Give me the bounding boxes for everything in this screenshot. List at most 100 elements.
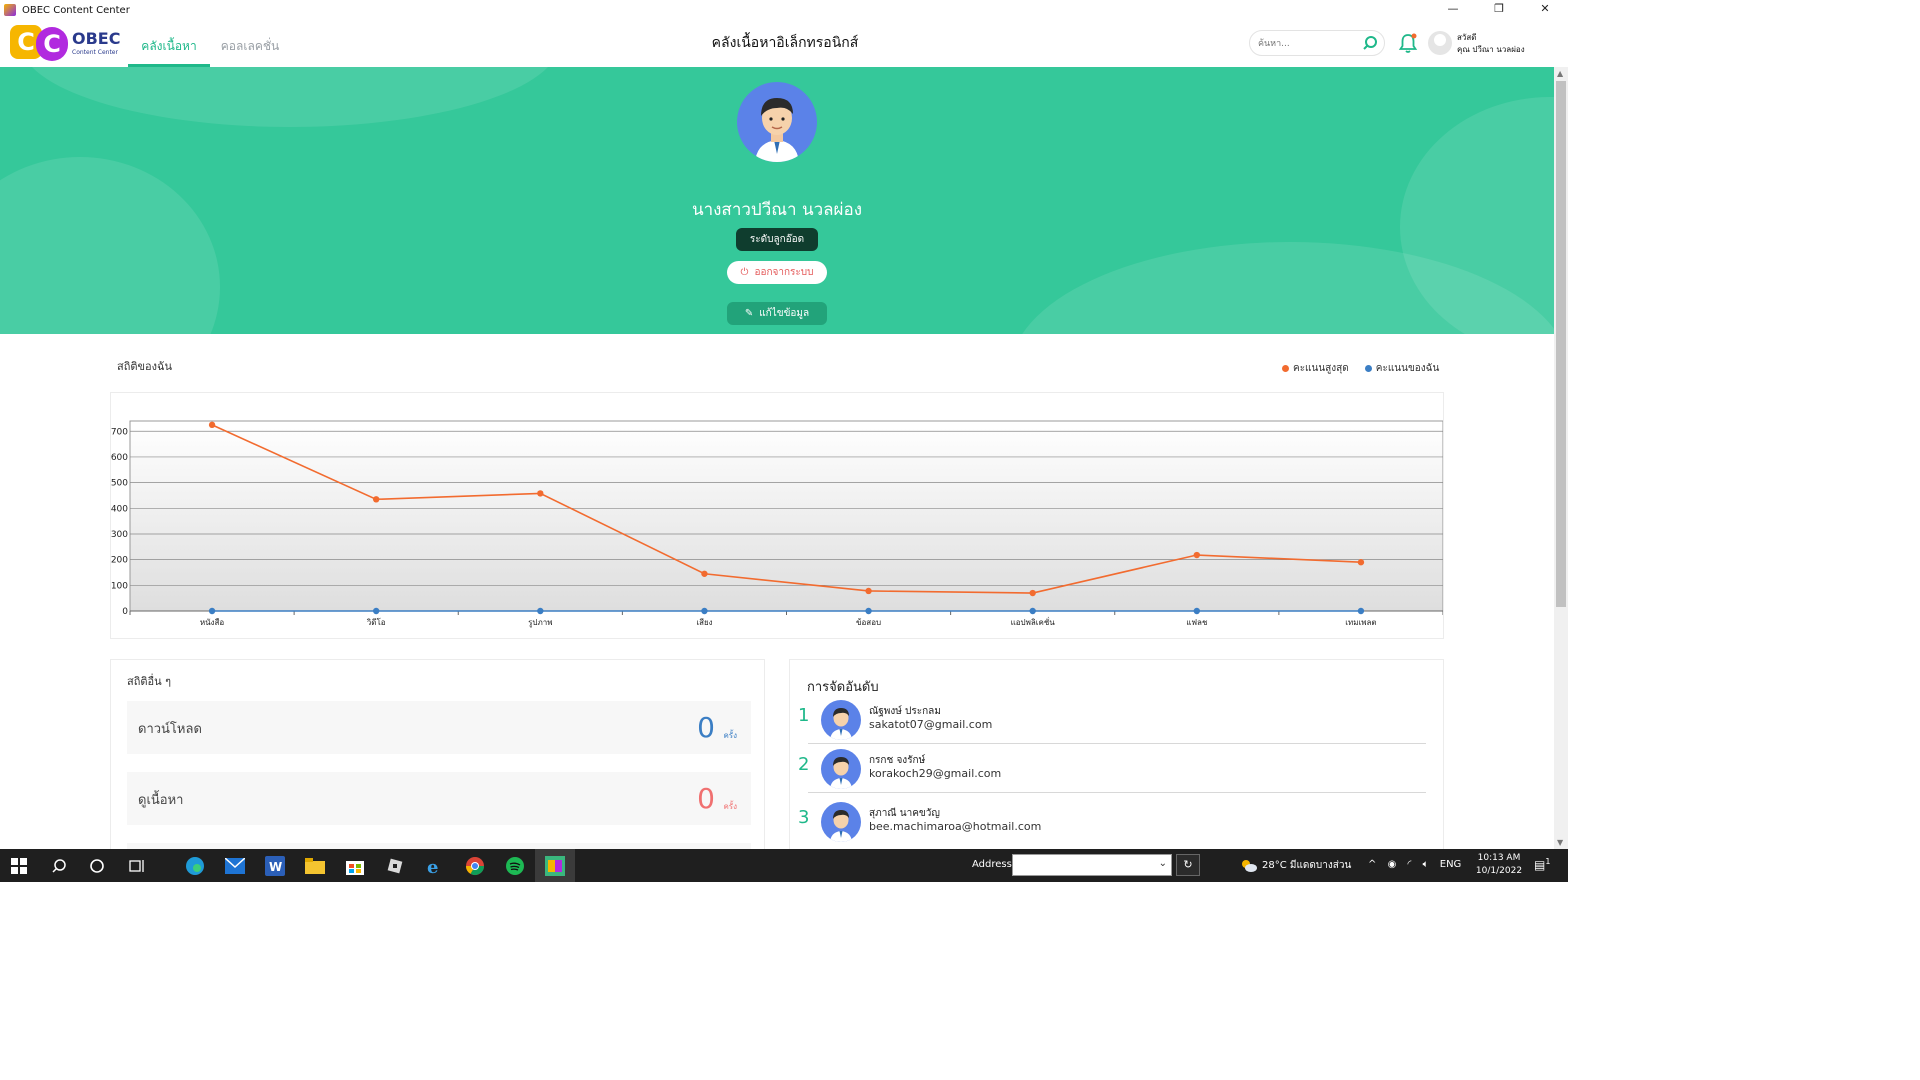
- wifi-icon[interactable]: ◜: [1408, 859, 1412, 870]
- x-tick-label: รูปภาพ: [528, 618, 552, 628]
- logo-subtitle: Content Center: [72, 49, 118, 56]
- rank-email: korakoch29@gmail.com: [869, 767, 1002, 780]
- rank-avatar: [821, 749, 861, 789]
- data-point: [537, 607, 544, 615]
- page-scrollbar[interactable]: ▲ ▼: [1554, 67, 1568, 849]
- data-point: [1193, 551, 1201, 559]
- rank-divider: [808, 792, 1426, 793]
- address-refresh-button[interactable]: ↻: [1176, 854, 1200, 876]
- volume-icon[interactable]: 🔈︎: [1423, 859, 1429, 870]
- x-tick-label: ข้อสอบ: [856, 618, 881, 627]
- other-stats-card: สถิติอื่น ๆ ดาวน์โหลด 0 ครั้ง ดูเนื้อหา …: [110, 659, 765, 860]
- clock-time: 10:13 AM: [1477, 853, 1521, 863]
- weather-widget[interactable]: 28°C มีแดดบางส่วน: [1240, 858, 1351, 873]
- minimize-button[interactable]: —: [1430, 0, 1476, 20]
- profile-avatar: [737, 82, 817, 162]
- scroll-down-icon[interactable]: ▼: [1557, 838, 1563, 847]
- obec-logo[interactable]: C C OBEC Content Center: [10, 25, 120, 61]
- maximize-button[interactable]: ❐: [1476, 0, 1522, 20]
- search-icon[interactable]: [1362, 35, 1378, 51]
- stat-unit: ครั้ง: [723, 802, 737, 811]
- task-view-icon[interactable]: [126, 855, 148, 877]
- profile-hero: นางสาวปวีณา นวลผ่อง ระดับลูกอ๊อด ⏻ ออกจาก…: [0, 67, 1554, 334]
- scroll-up-icon[interactable]: ▲: [1557, 69, 1563, 78]
- window-title: OBEC Content Center: [22, 4, 130, 16]
- mail-icon[interactable]: [224, 855, 246, 877]
- stat-value: 0: [697, 782, 715, 815]
- edge-icon[interactable]: [184, 855, 206, 877]
- ranking-row[interactable]: 1 ณัฐพงษ์ ประกลม sakatot07@gmail.com: [796, 700, 1426, 748]
- cortana-icon[interactable]: [86, 855, 108, 877]
- other-stats-title: สถิติอื่น ๆ: [127, 675, 172, 688]
- address-label: Address: [972, 859, 1012, 870]
- y-tick-label: 300: [111, 530, 128, 540]
- store-icon[interactable]: [344, 855, 366, 877]
- x-tick-label: แฟลช: [1186, 618, 1208, 627]
- legend-item-max[interactable]: คะแนนสูงสุด: [1282, 361, 1349, 376]
- stat-label: ดูเนื้อหา: [138, 793, 184, 808]
- svg-text:W: W: [269, 860, 282, 874]
- close-button[interactable]: ✕: [1522, 0, 1568, 20]
- internet-explorer-icon[interactable]: e: [424, 855, 446, 877]
- rank-number: 2: [798, 754, 810, 775]
- data-point: [208, 607, 216, 615]
- legend-dot-mine: [1364, 365, 1372, 372]
- x-tick-label: หนังสือ: [200, 618, 225, 627]
- roblox-icon[interactable]: [384, 855, 406, 877]
- y-tick-label: 600: [111, 453, 128, 463]
- ranking-row[interactable]: 3 สุภาณี นาคขวัญ bee.machimaroa@hotmail.…: [796, 802, 1426, 850]
- rank-number: 3: [798, 807, 810, 828]
- ranking-card: การจัดอันดับ 1 ณัฐพงษ์ ประกลม sakatot07@…: [789, 659, 1444, 859]
- file-explorer-icon[interactable]: [304, 855, 326, 877]
- edit-profile-button[interactable]: ✎ แก้ไขข้อมูล: [727, 302, 827, 325]
- y-tick-label: 100: [111, 581, 128, 591]
- data-point: [1357, 607, 1365, 615]
- record-icon[interactable]: ◉: [1388, 859, 1397, 870]
- y-tick-label: 500: [111, 479, 128, 489]
- scrollbar-thumb[interactable]: [1556, 81, 1566, 607]
- legend-label-mine: คะแนนของฉัน: [1375, 363, 1440, 374]
- data-point: [1029, 589, 1036, 597]
- logout-button[interactable]: ⏻ ออกจากระบบ: [727, 261, 827, 284]
- chevron-up-icon[interactable]: ^: [1368, 859, 1376, 870]
- app-icon: [4, 4, 16, 16]
- ranking-row[interactable]: 2 กรกช จงรักษ์ korakoch29@gmail.com: [796, 749, 1426, 797]
- user-name[interactable]: คุณ ปวีณา นวลผ่อง: [1457, 43, 1525, 56]
- legend-label-max: คะแนนสูงสุด: [1293, 363, 1349, 374]
- spotify-icon[interactable]: [504, 855, 526, 877]
- obec-app-icon[interactable]: [544, 855, 566, 877]
- notification-count: 1: [1545, 857, 1551, 866]
- y-tick-label: 0: [122, 607, 128, 617]
- rank-name: ณัฐพงษ์ ประกลม: [869, 706, 941, 717]
- legend-item-mine[interactable]: คะแนนของฉัน: [1364, 361, 1440, 376]
- taskbar-clock[interactable]: 10:13 AM 10/1/2022: [1474, 852, 1524, 878]
- data-point: [701, 570, 708, 577]
- logout-label: ออกจากระบบ: [754, 267, 814, 278]
- user-avatar[interactable]: [1428, 31, 1452, 55]
- search-input[interactable]: [1258, 32, 1358, 56]
- stat-value: 0: [697, 711, 715, 744]
- windows-start-icon[interactable]: [8, 855, 30, 877]
- tab-content-library[interactable]: คลังเนื้อหา: [128, 32, 210, 67]
- power-icon: ⏻: [740, 267, 749, 278]
- window-controls: — ❐ ✕: [1430, 0, 1568, 20]
- word-icon[interactable]: W: [264, 855, 286, 877]
- notification-center-icon[interactable]: ▤1: [1534, 857, 1550, 872]
- chart-legend: คะแนนสูงสุด คะแนนของฉัน: [1282, 361, 1439, 376]
- address-input[interactable]: ⌄: [1012, 854, 1172, 876]
- stat-row-downloads: ดาวน์โหลด 0 ครั้ง: [127, 701, 751, 754]
- clock-date: 10/1/2022: [1475, 866, 1523, 876]
- rank-number: 1: [798, 705, 810, 726]
- bell-icon[interactable]: [1398, 32, 1418, 54]
- stat-label: ดาวน์โหลด: [138, 722, 202, 737]
- data-point: [1029, 607, 1036, 615]
- language-indicator[interactable]: ENG: [1440, 859, 1462, 870]
- level-badge: ระดับลูกอ๊อด: [736, 228, 818, 251]
- chevron-down-icon[interactable]: ⌄: [1159, 858, 1167, 869]
- data-point: [701, 607, 708, 615]
- weather-text: 28°C มีแดดบางส่วน: [1262, 860, 1352, 871]
- rank-avatar: [821, 802, 861, 842]
- tab-collection[interactable]: คอลเลคชั่น: [214, 32, 286, 67]
- chrome-icon[interactable]: [464, 855, 486, 877]
- search-icon[interactable]: [48, 855, 70, 877]
